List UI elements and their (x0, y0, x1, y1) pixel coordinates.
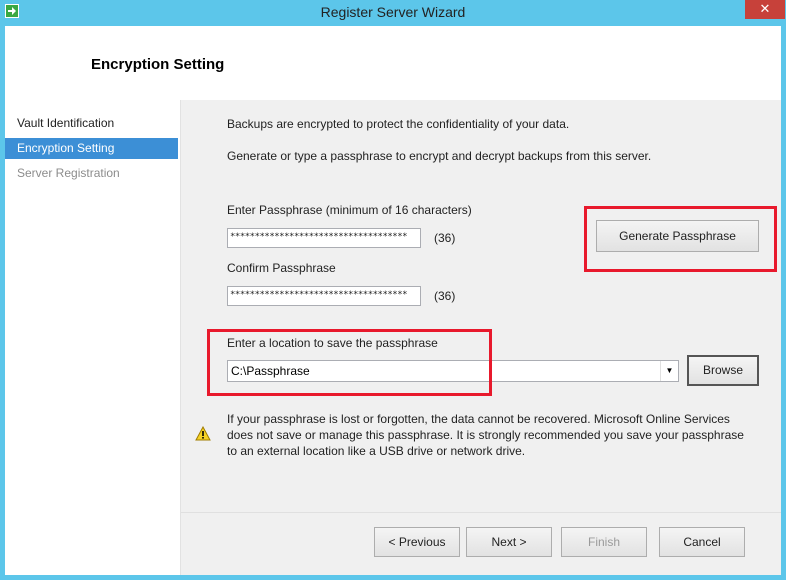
finish-button: Finish (561, 527, 647, 557)
warning-message: If your passphrase is lost or forgotten,… (227, 412, 744, 458)
nav-item-server-registration: Server Registration (17, 166, 120, 180)
highlight-box-generate (584, 206, 777, 272)
confirm-passphrase-char-count: (36) (434, 289, 456, 303)
next-button[interactable]: Next > (466, 527, 552, 557)
warning-icon (195, 426, 211, 441)
nav-item-vault-identification[interactable]: Vault Identification (5, 113, 178, 134)
confirm-passphrase-input[interactable]: ************************************ (227, 286, 421, 306)
window-title: Register Server Wizard (320, 4, 466, 20)
cancel-button[interactable]: Cancel (659, 527, 745, 557)
confirm-passphrase-label: Confirm Passphrase (227, 261, 336, 275)
nav-item-encryption-setting[interactable]: Encryption Setting (5, 138, 178, 159)
intro-text-1: Backups are encrypted to protect the con… (227, 117, 570, 131)
passphrase-char-count: (36) (434, 231, 456, 245)
content-panel: Backups are encrypted to protect the con… (181, 100, 781, 575)
wizard-steps-nav: Vault Identification Encryption Setting … (5, 100, 181, 575)
passphrase-input[interactable]: ************************************ (227, 228, 421, 248)
wizard-window: Encryption Setting Vault Identification … (5, 26, 781, 575)
close-button[interactable]: ✕ (745, 0, 785, 19)
title-bar: Register Server Wizard ✕ (0, 0, 786, 26)
chevron-down-icon[interactable]: ▼ (660, 361, 678, 381)
previous-button[interactable]: < Previous (374, 527, 460, 557)
browse-button[interactable]: Browse (687, 355, 759, 386)
intro-text-2: Generate or type a passphrase to encrypt… (227, 149, 652, 163)
footer-divider (181, 512, 781, 513)
wizard-header: Encryption Setting (5, 26, 781, 100)
highlight-box-location (207, 329, 492, 396)
page-title: Encryption Setting (91, 56, 225, 73)
passphrase-label: Enter Passphrase (minimum of 16 characte… (227, 203, 472, 217)
